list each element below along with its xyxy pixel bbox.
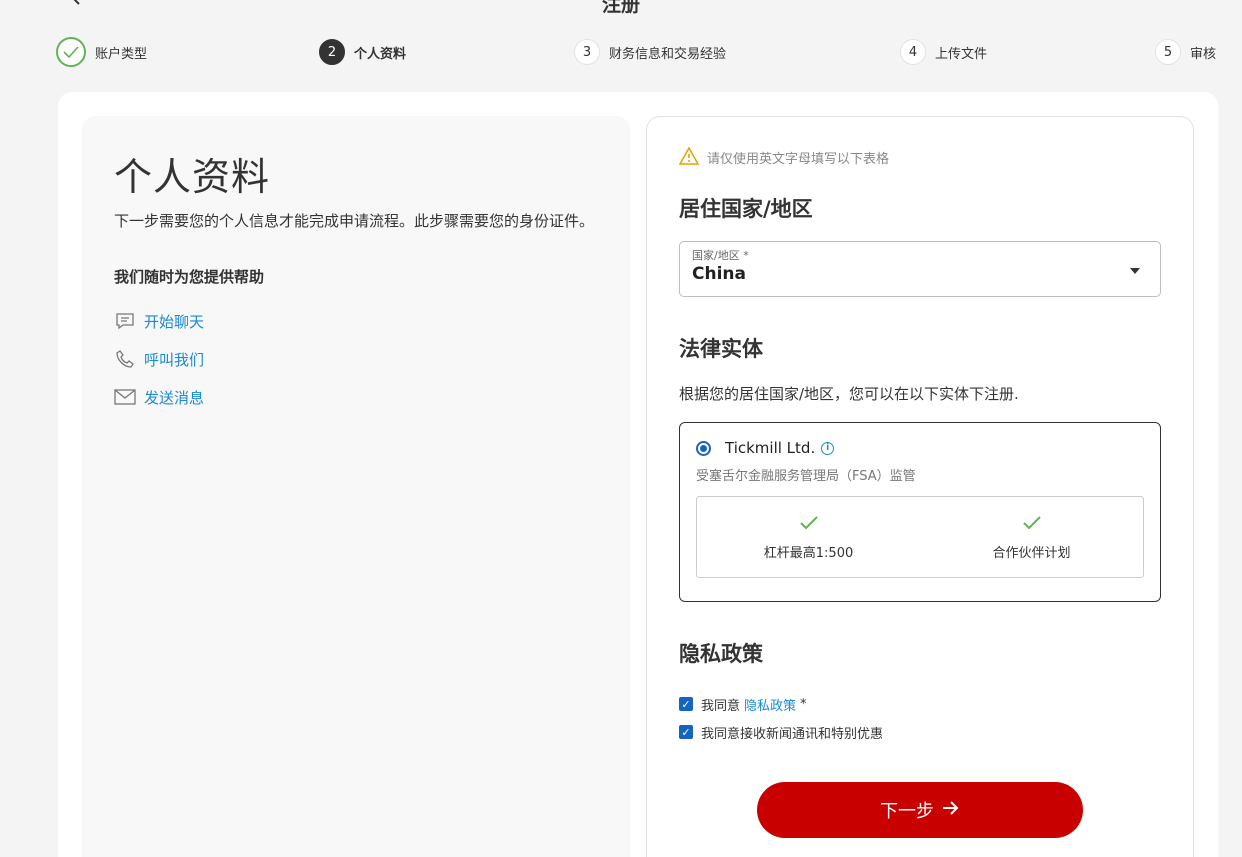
step-number: 3 <box>574 39 600 65</box>
help-link-label: 发送消息 <box>144 388 205 407</box>
step-label: 审核 <box>1190 46 1217 62</box>
panel-description: 下一步需要您的个人信息才能完成申请流程。此步骤需要您的身份证件。 <box>114 212 595 230</box>
country-field-label: 国家/地区 * <box>692 249 749 262</box>
newsletter-checkbox[interactable]: ✓ <box>679 725 693 739</box>
panel-heading: 个人资料 <box>114 155 271 199</box>
step-review[interactable]: 5 审核 <box>1155 36 1216 68</box>
help-link-label: 开始聊天 <box>144 312 205 331</box>
check-circle-icon <box>56 37 86 67</box>
step-upload-files[interactable]: 4 上传文件 <box>900 36 987 68</box>
check-icon <box>1022 514 1041 538</box>
info-icon[interactable]: i <box>821 441 835 455</box>
feature-text: 杠杆最高1:500 <box>763 545 854 561</box>
mail-icon <box>114 386 136 408</box>
privacy-checkbox[interactable]: ✓ <box>679 697 693 711</box>
chat-icon <box>114 310 136 332</box>
privacy-consent-row[interactable]: ✓ 我同意 隐私政策 * <box>679 694 1161 714</box>
start-chat-link[interactable]: 开始聊天 <box>114 309 598 333</box>
info-panel: 个人资料 下一步需要您的个人信息才能完成申请流程。此步骤需要您的身份证件。 我们… <box>82 116 630 857</box>
help-title: 我们随时为您提供帮助 <box>114 268 265 286</box>
personal-info-form: 请仅使用英文字母填写以下表格 居住国家/地区 国家/地区 * China 法律实… <box>646 116 1194 857</box>
check-icon <box>799 514 818 538</box>
privacy-agree-text: 我同意 <box>701 698 741 714</box>
step-account-type[interactable]: 账户类型 <box>56 36 147 68</box>
next-button-label: 下一步 <box>880 801 934 822</box>
send-message-link[interactable]: 发送消息 <box>114 385 598 409</box>
entity-regulator: 受塞舌尔金融服务管理局（FSA）监管 <box>696 469 916 484</box>
residence-section-title: 居住国家/地区 <box>679 197 813 221</box>
registration-stepper: 账户类型 2 个人资料 3 财务信息和交易经验 4 上传文件 5 审核 <box>0 36 1242 70</box>
entity-section-title: 法律实体 <box>679 337 763 361</box>
phone-icon <box>114 348 136 370</box>
step-number: 5 <box>1155 39 1181 65</box>
newsletter-text: 我同意接收新闻通讯和特别优惠 <box>701 726 884 742</box>
entity-radio[interactable] <box>696 440 711 456</box>
entity-features: 杠杆最高1:500 合作伙伴计划 <box>696 496 1144 578</box>
entity-option-card[interactable]: Tickmill Ltd. i 受塞舌尔金融服务管理局（FSA）监管 杠杆最高1… <box>679 422 1161 602</box>
next-button[interactable]: 下一步 <box>757 782 1083 838</box>
step-financial-info[interactable]: 3 财务信息和交易经验 <box>574 36 726 68</box>
required-marker: * <box>800 696 807 712</box>
call-us-link[interactable]: 呼叫我们 <box>114 347 598 371</box>
country-select[interactable]: 国家/地区 * China <box>679 241 1161 297</box>
step-number: 2 <box>319 39 345 65</box>
step-label: 个人资料 <box>354 46 407 62</box>
warning-text: 请仅使用英文字母填写以下表格 <box>707 151 890 167</box>
entity-description: 根据您的居住国家/地区，您可以在以下实体下注册. <box>679 385 1019 403</box>
page-title: 注册 <box>601 0 640 16</box>
help-link-label: 呼叫我们 <box>144 350 205 369</box>
privacy-section-title: 隐私政策 <box>679 642 763 666</box>
step-label: 财务信息和交易经验 <box>609 46 727 62</box>
step-number: 4 <box>900 39 926 65</box>
feature-leverage: 杠杆最高1:500 <box>697 497 920 577</box>
feature-partner: 合作伙伴计划 <box>920 497 1143 577</box>
caret-down-icon <box>1130 268 1140 274</box>
step-label: 账户类型 <box>95 46 148 62</box>
country-value: China <box>692 264 746 284</box>
arrow-right-icon <box>942 800 960 821</box>
step-personal-info[interactable]: 2 个人资料 <box>319 36 406 68</box>
privacy-policy-link[interactable]: 隐私政策 <box>744 695 796 714</box>
feature-text: 合作伙伴计划 <box>992 545 1071 561</box>
newsletter-consent-row[interactable]: ✓ 我同意接收新闻通讯和特别优惠 <box>679 722 1161 742</box>
language-warning: 请仅使用英文字母填写以下表格 <box>678 146 1161 167</box>
warning-icon <box>678 146 701 167</box>
step-label: 上传文件 <box>935 46 988 62</box>
entity-name: Tickmill Ltd. <box>725 439 816 457</box>
